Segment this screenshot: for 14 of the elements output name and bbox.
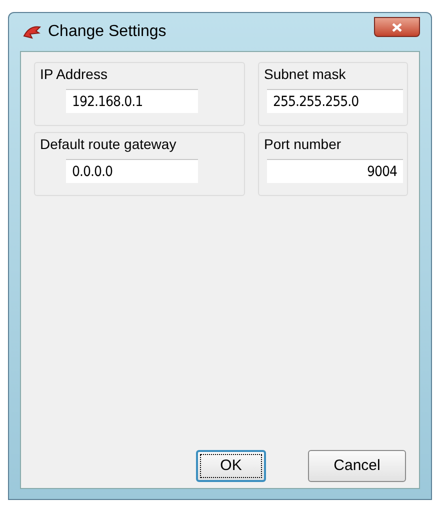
close-button[interactable]: [374, 17, 420, 37]
input-field[interactable]: 0.0.0.0: [66, 159, 198, 183]
field-label: Subnet mask: [263, 65, 347, 83]
input-field[interactable]: 9004: [267, 159, 403, 183]
cancel-button[interactable]: Cancel: [308, 450, 406, 482]
field-label: Default route gateway: [39, 135, 178, 153]
ok-button[interactable]: OK: [196, 450, 266, 482]
window-title: Change Settings: [48, 22, 166, 42]
close-icon: [392, 22, 402, 32]
input-field[interactable]: 255.255.255.0: [267, 89, 403, 113]
input-field[interactable]: 192.168.0.1: [66, 89, 198, 113]
field-label: Port number: [263, 135, 342, 153]
field-label: IP Address: [39, 65, 108, 83]
app-icon: [22, 24, 42, 40]
